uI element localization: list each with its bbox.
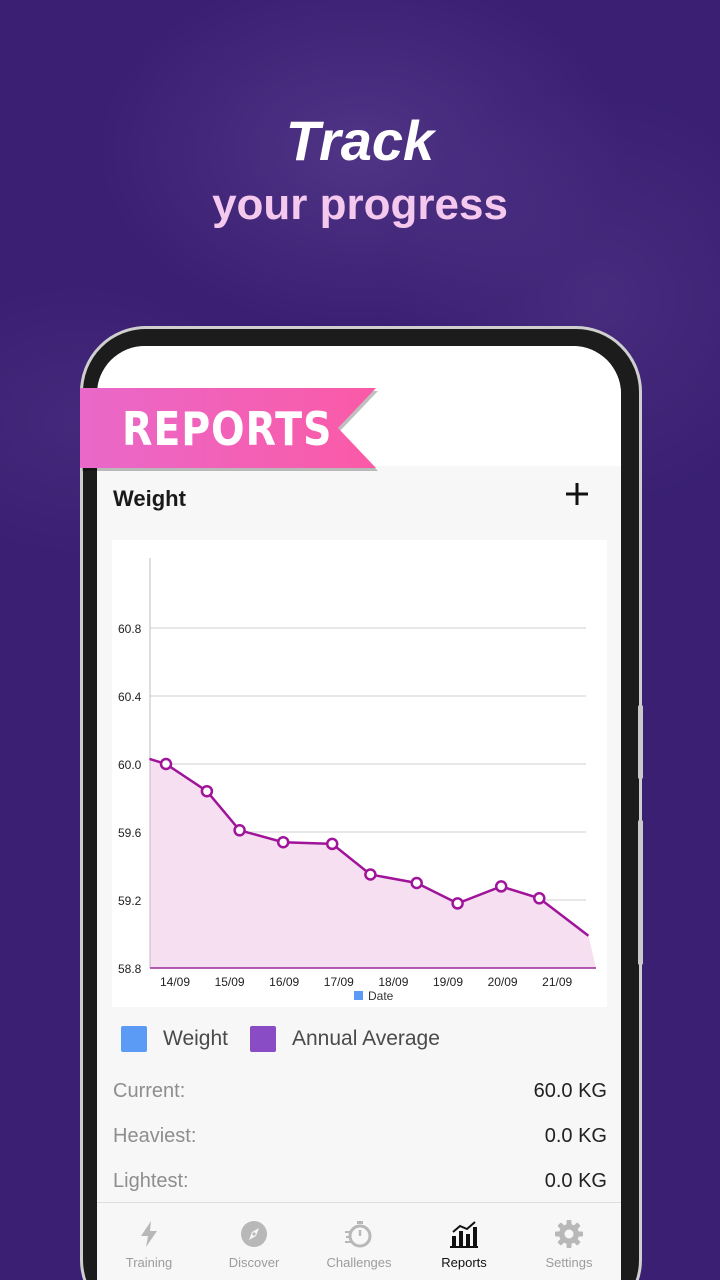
data-point [494, 880, 508, 893]
reports-header: Weight [97, 472, 621, 528]
y-tick-label: 60.8 [118, 622, 142, 636]
weight-chart-svg: 58.8 59.2 59.6 60.0 60.4 60.8 14/09 15/09 16/09 1… [118, 558, 596, 1003]
stat-current: Current: 60.0 KG [113, 1080, 607, 1110]
series-area [149, 758, 596, 968]
page-title: Weight [113, 486, 186, 511]
compass-icon [241, 1221, 267, 1247]
y-tick-label: 60.4 [118, 690, 142, 704]
stat-label: Lightest: [113, 1170, 189, 1192]
y-tick-label: 58.8 [118, 962, 142, 976]
promo-subheadline: your progress [212, 180, 508, 229]
x-legend-swatch [354, 991, 363, 1000]
legend-label-annual-average: Annual Average [292, 1027, 440, 1050]
nav-reports[interactable]: Reports [412, 1203, 516, 1280]
x-tick-label: 19/09 [433, 975, 463, 989]
x-tick-label: 15/09 [215, 975, 245, 989]
data-point [276, 835, 290, 849]
stat-value: 0.0 KG [544, 1125, 607, 1147]
phone-side-button [638, 820, 643, 965]
bar-chart-icon [450, 1221, 478, 1248]
data-point [200, 784, 214, 798]
nav-challenges[interactable]: Challenges [307, 1203, 411, 1280]
stat-value: 60.0 KG [533, 1080, 607, 1102]
x-tick-label: 21/09 [542, 975, 572, 989]
y-tick-label: 60.0 [118, 758, 142, 772]
x-tick-label: 20/09 [488, 975, 518, 989]
stat-label: Current: [113, 1080, 186, 1102]
chart-legend: Weight Annual Average [97, 1022, 621, 1058]
data-point [233, 824, 246, 837]
data-point [364, 868, 377, 881]
nav-label: Challenges [326, 1255, 392, 1270]
stat-label: Heaviest: [113, 1125, 197, 1147]
lightning-icon [141, 1221, 157, 1247]
x-tick-label: 14/09 [160, 975, 190, 989]
stopwatch-icon [345, 1221, 372, 1248]
data-point [410, 876, 423, 890]
y-tick-label: 59.6 [118, 826, 142, 840]
app-screen: Weight 58.8 59.2 59.6 60.0 60.4 60.8 14/09 15/0… [97, 346, 621, 1280]
stat-heaviest: Heaviest: 0.0 KG [113, 1125, 607, 1155]
x-tick-label: 18/09 [378, 975, 408, 989]
nav-label: Training [125, 1255, 173, 1270]
nav-label: Reports [441, 1255, 487, 1270]
gear-icon [555, 1220, 583, 1248]
x-tick-label: 16/09 [269, 975, 299, 989]
weight-chart: 58.8 59.2 59.6 60.0 60.4 60.8 14/09 15/09 16/09 1… [112, 540, 607, 1007]
data-point [159, 757, 173, 771]
nav-label: Discover [228, 1255, 280, 1270]
data-point [325, 837, 339, 851]
ribbon-label: REPORTS [122, 402, 333, 456]
bottom-navigation: Training Discover Challenges Reports Set… [97, 1202, 621, 1280]
nav-settings[interactable]: Settings [517, 1203, 621, 1280]
x-axis-label: Date [368, 989, 394, 1003]
nav-discover[interactable]: Discover [202, 1203, 306, 1280]
nav-label: Settings [545, 1255, 593, 1270]
promo-headline: Track [285, 109, 435, 172]
reports-ribbon: REPORTS [80, 388, 380, 472]
stat-value: 0.0 KG [544, 1170, 607, 1192]
plus-icon[interactable] [563, 480, 591, 508]
legend-swatch-weight [121, 1026, 147, 1052]
nav-training[interactable]: Training [97, 1203, 201, 1280]
legend-label-weight: Weight [163, 1027, 228, 1050]
data-point [533, 892, 546, 905]
legend-swatch-annual-average [250, 1026, 276, 1052]
y-tick-label: 59.2 [118, 894, 142, 908]
stat-lightest: Lightest: 0.0 KG [113, 1170, 607, 1200]
phone-side-button [638, 705, 643, 779]
data-point [451, 897, 464, 910]
x-tick-label: 17/09 [324, 975, 354, 989]
